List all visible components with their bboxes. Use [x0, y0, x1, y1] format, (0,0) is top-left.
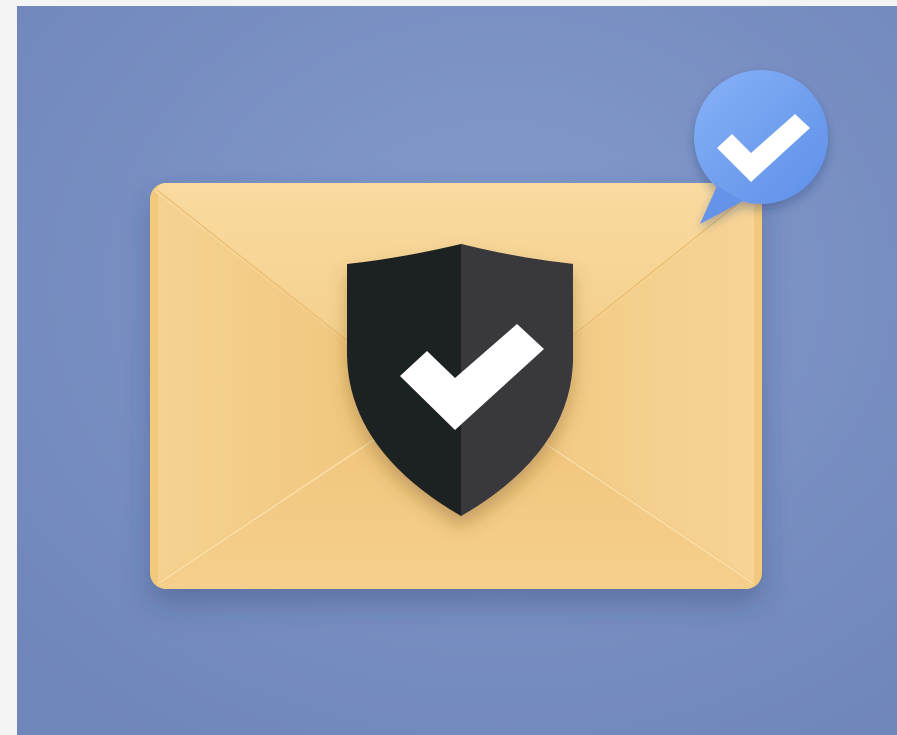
illustration-canvas [17, 6, 897, 735]
image-frame [0, 0, 897, 735]
secure-mail-illustration [17, 6, 897, 735]
